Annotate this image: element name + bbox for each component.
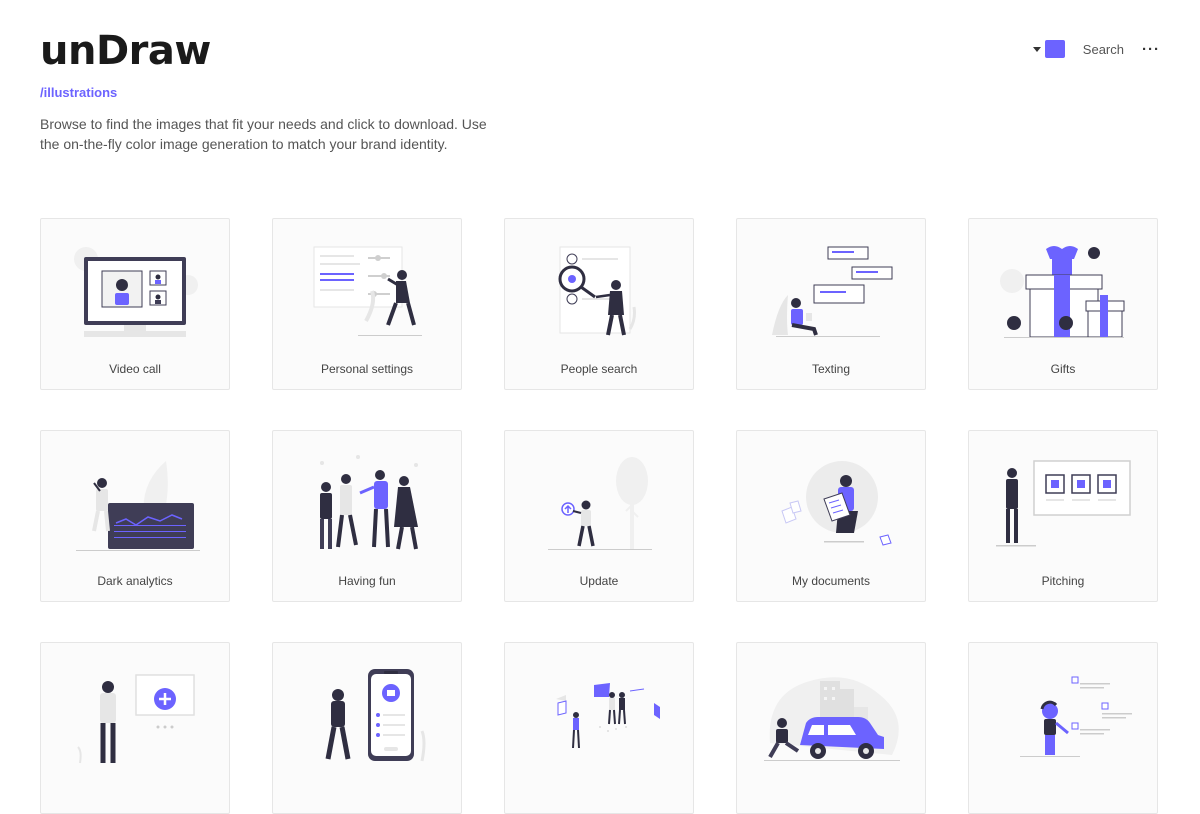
illustration-card[interactable] (968, 642, 1158, 814)
pitching-illustration (996, 460, 1131, 547)
color-picker-swatch[interactable] (1044, 40, 1065, 58)
illustration-label: Pitching (1041, 574, 1085, 588)
illustration-label: Having fun (338, 574, 396, 588)
add-content-illustration (77, 674, 195, 764)
video-call-illustration (74, 247, 198, 337)
illustration-card[interactable]: Pitching (968, 430, 1158, 602)
car-city-illustration (764, 677, 900, 761)
top-actions: Search ··· (1032, 38, 1160, 60)
texting-illustration (772, 246, 893, 337)
illustration-label: Gifts (1050, 362, 1076, 376)
personal-settings-illustration (313, 246, 422, 336)
illustration-label: My documents (791, 574, 871, 588)
floating-cards-illustration (556, 683, 660, 749)
illustration-grid: Video call Personal settings People sear… (40, 218, 1160, 814)
more-options-icon[interactable]: ··· (1142, 41, 1160, 58)
my-documents-illustration (781, 461, 892, 546)
mobile-inbox-illustration (325, 669, 426, 762)
illustration-card[interactable]: People search (504, 218, 694, 390)
illustration-label: Update (579, 574, 619, 588)
illustration-card[interactable] (272, 642, 462, 814)
illustration-label: Dark analytics (97, 574, 173, 588)
illustration-card[interactable]: My documents (736, 430, 926, 602)
update-illustration (548, 457, 652, 550)
intro-text: Browse to find the images that fit your … (40, 116, 487, 152)
illustration-card[interactable] (504, 642, 694, 814)
dark-analytics-illustration (76, 461, 200, 551)
illustration-label: Personal settings (320, 362, 414, 376)
illustration-label: People search (560, 362, 638, 376)
illustration-card[interactable] (40, 642, 230, 814)
illustration-label: Video call (109, 362, 161, 376)
illustration-card[interactable]: Having fun (272, 430, 462, 602)
illustration-card[interactable]: Dark analytics (40, 430, 230, 602)
search-link[interactable]: Search (1083, 42, 1124, 57)
page-route: /illustrations (40, 85, 118, 100)
chevron-down-icon[interactable] (1032, 46, 1041, 52)
gifts-illustration (1000, 246, 1125, 338)
illustration-card[interactable]: Update (504, 430, 694, 602)
having-fun-illustration (320, 455, 418, 550)
illustration-card[interactable] (736, 642, 926, 814)
illustration-card[interactable]: Personal settings (272, 218, 462, 390)
illustration-card[interactable]: Gifts (968, 218, 1158, 390)
illustration-label: Texting (811, 362, 851, 376)
person-list-illustration (1020, 676, 1132, 757)
illustration-card[interactable]: Video call (40, 218, 230, 390)
people-search-illustration (558, 246, 636, 336)
illustration-card[interactable]: Texting (736, 218, 926, 390)
logo[interactable]: unDraw (40, 28, 211, 74)
